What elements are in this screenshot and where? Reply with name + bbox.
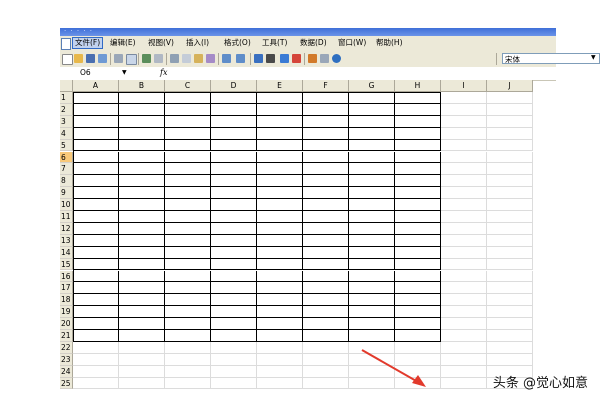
annotation-arrow <box>361 349 426 387</box>
arrow-head <box>412 375 426 387</box>
arrow-shaft <box>361 349 419 383</box>
